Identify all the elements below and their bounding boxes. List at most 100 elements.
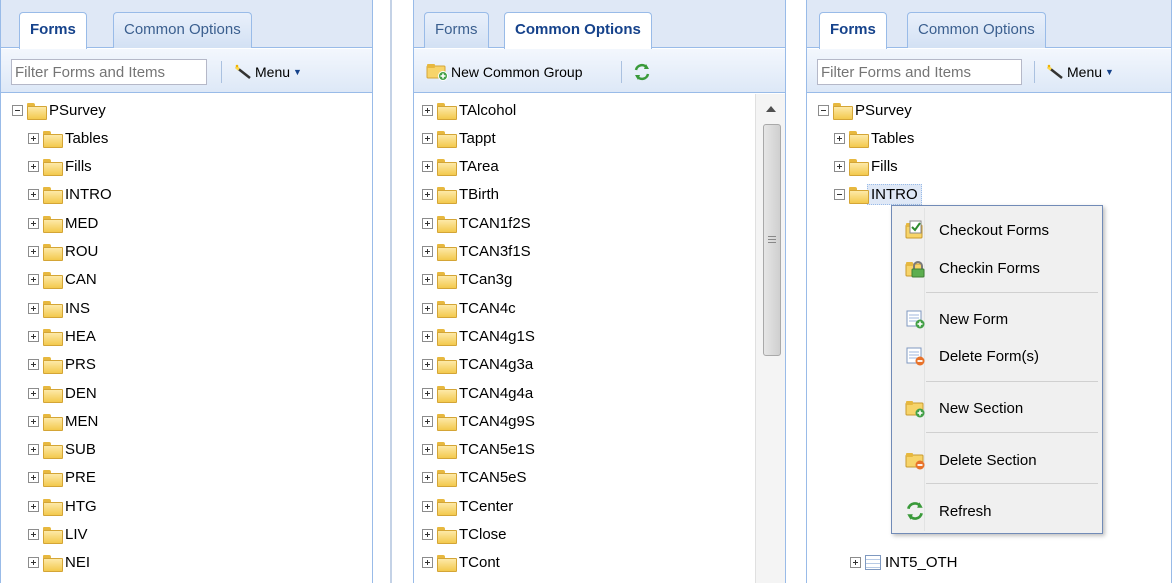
- expand-toggle-icon[interactable]: [422, 557, 433, 569]
- tree-node[interactable]: TCAN4g9S: [422, 407, 535, 435]
- expand-toggle-icon[interactable]: [422, 529, 433, 540]
- tree-node[interactable]: Fills: [834, 153, 898, 181]
- tree-node[interactable]: TCAN4g1S: [422, 322, 535, 350]
- tree-node[interactable]: TBirth: [422, 181, 499, 209]
- tree-node[interactable]: TCAN4g4a: [422, 379, 533, 407]
- tree-node[interactable]: PRS: [28, 351, 96, 379]
- expand-toggle-icon[interactable]: [28, 415, 39, 427]
- tree-node[interactable]: TCAN5e1S: [422, 436, 535, 464]
- tree-node[interactable]: TCAN3f1S: [422, 238, 531, 266]
- expand-toggle-icon[interactable]: [422, 189, 433, 201]
- expand-toggle-icon[interactable]: [28, 217, 39, 229]
- tree-node[interactable]: LIV: [28, 521, 88, 549]
- expand-toggle-icon[interactable]: [422, 387, 433, 399]
- expand-toggle-icon[interactable]: [28, 529, 39, 540]
- tree-node[interactable]: TCAN4g3a: [422, 351, 533, 379]
- tree-node[interactable]: TCAN5eS: [422, 464, 527, 492]
- menu-item-refresh[interactable]: Refresh: [892, 495, 1102, 527]
- expand-toggle-icon[interactable]: [834, 132, 845, 144]
- filter-input[interactable]: [817, 59, 1022, 85]
- menu-item-checkout-forms[interactable]: Checkout Forms: [892, 214, 1102, 246]
- tree-node[interactable]: INTRO: [28, 181, 112, 209]
- tab-common-options[interactable]: Common Options: [907, 12, 1046, 48]
- refresh-button[interactable]: [632, 60, 652, 84]
- tree-node[interactable]: PRE: [28, 464, 96, 492]
- expand-toggle-icon[interactable]: [422, 161, 433, 173]
- tree-node[interactable]: Tappt: [422, 124, 496, 152]
- tree-node[interactable]: DEN: [28, 379, 97, 407]
- tree-node[interactable]: CAN: [28, 266, 97, 294]
- tree-node[interactable]: INT2: [850, 577, 918, 583]
- expand-toggle-icon[interactable]: [28, 500, 39, 512]
- tree-node[interactable]: Tables: [28, 124, 108, 152]
- expand-toggle-icon[interactable]: [28, 359, 39, 371]
- tree-node[interactable]: TCenter: [422, 492, 513, 520]
- collapse-toggle-icon[interactable]: [12, 104, 23, 116]
- expand-toggle-icon[interactable]: [422, 302, 433, 314]
- expand-toggle-icon[interactable]: [28, 274, 39, 286]
- expand-toggle-icon[interactable]: [422, 359, 433, 371]
- tree-node[interactable]: TAlcohol: [422, 96, 516, 124]
- tree-node[interactable]: HEA: [28, 322, 96, 350]
- tree-node[interactable]: PSurvey: [12, 96, 106, 124]
- expand-toggle-icon[interactable]: [422, 217, 433, 229]
- tree-node[interactable]: HTG: [28, 492, 97, 520]
- tab-forms[interactable]: Forms: [819, 12, 887, 49]
- tree-node[interactable]: ROU: [28, 238, 98, 266]
- expand-toggle-icon[interactable]: [28, 387, 39, 399]
- expand-toggle-icon[interactable]: [28, 330, 39, 342]
- expand-toggle-icon[interactable]: [28, 557, 39, 569]
- collapse-toggle-icon[interactable]: [834, 189, 845, 201]
- expand-toggle-icon[interactable]: [28, 472, 39, 484]
- tree-node[interactable]: NEI: [28, 549, 90, 577]
- expand-toggle-icon[interactable]: [422, 104, 433, 116]
- tab-common-options[interactable]: Common Options: [504, 12, 652, 49]
- tree-node[interactable]: TCAN4c: [422, 294, 516, 322]
- expand-toggle-icon[interactable]: [422, 246, 433, 257]
- menu-item-new-section[interactable]: New Section: [892, 392, 1102, 424]
- expand-toggle-icon[interactable]: [422, 132, 433, 144]
- tree-node[interactable]: INT5_OTH: [850, 549, 958, 577]
- expand-toggle-icon[interactable]: [834, 161, 845, 173]
- menu-item-delete-section[interactable]: Delete Section: [892, 444, 1102, 476]
- tree-node[interactable]: TCont: [422, 549, 500, 577]
- menu-item-new-form[interactable]: New Form: [892, 303, 1102, 335]
- tree-node[interactable]: Tables: [834, 124, 914, 152]
- expand-toggle-icon[interactable]: [28, 132, 39, 144]
- expand-toggle-icon[interactable]: [28, 246, 39, 257]
- expand-toggle-icon[interactable]: [422, 444, 433, 456]
- scroll-up-arrow-icon[interactable]: [766, 106, 776, 112]
- expand-toggle-icon[interactable]: [422, 330, 433, 342]
- expand-toggle-icon[interactable]: [422, 472, 433, 484]
- tab-common-options[interactable]: Common Options: [113, 12, 252, 48]
- vertical-scrollbar[interactable]: [755, 94, 785, 583]
- menu-item-checkin-forms[interactable]: Checkin Forms: [892, 252, 1102, 284]
- expand-toggle-icon[interactable]: [28, 302, 39, 314]
- tab-forms[interactable]: Forms: [424, 12, 489, 48]
- expand-toggle-icon[interactable]: [28, 189, 39, 201]
- menu-button[interactable]: Menu ▼: [1045, 60, 1114, 84]
- splitter[interactable]: [390, 0, 392, 583]
- tree-node[interactable]: MED: [28, 209, 98, 237]
- tree-node[interactable]: TArea: [422, 153, 499, 181]
- expand-toggle-icon[interactable]: [422, 274, 433, 286]
- tree-node[interactable]: Fills: [28, 153, 92, 181]
- expand-toggle-icon[interactable]: [850, 557, 861, 569]
- tree-node[interactable]: TClose: [422, 521, 507, 549]
- menu-item-delete-forms[interactable]: Delete Form(s): [892, 340, 1102, 372]
- new-common-group-button[interactable]: New Common Group: [426, 60, 583, 84]
- scrollbar-thumb[interactable]: [763, 124, 781, 356]
- expand-toggle-icon[interactable]: [422, 415, 433, 427]
- menu-button[interactable]: Menu ▼: [233, 60, 302, 84]
- tab-forms[interactable]: Forms: [19, 12, 87, 49]
- tree-node[interactable]: TCAN1f2S: [422, 209, 531, 237]
- collapse-toggle-icon[interactable]: [818, 104, 829, 116]
- tree-node[interactable]: PSurvey: [818, 96, 912, 124]
- expand-toggle-icon[interactable]: [422, 500, 433, 512]
- expand-toggle-icon[interactable]: [28, 444, 39, 456]
- tree-node[interactable]: TCan3g: [422, 266, 512, 294]
- tree-node[interactable]: SUB: [28, 436, 96, 464]
- expand-toggle-icon[interactable]: [28, 161, 39, 173]
- tree-node[interactable]: INS: [28, 294, 90, 322]
- filter-input[interactable]: [11, 59, 207, 85]
